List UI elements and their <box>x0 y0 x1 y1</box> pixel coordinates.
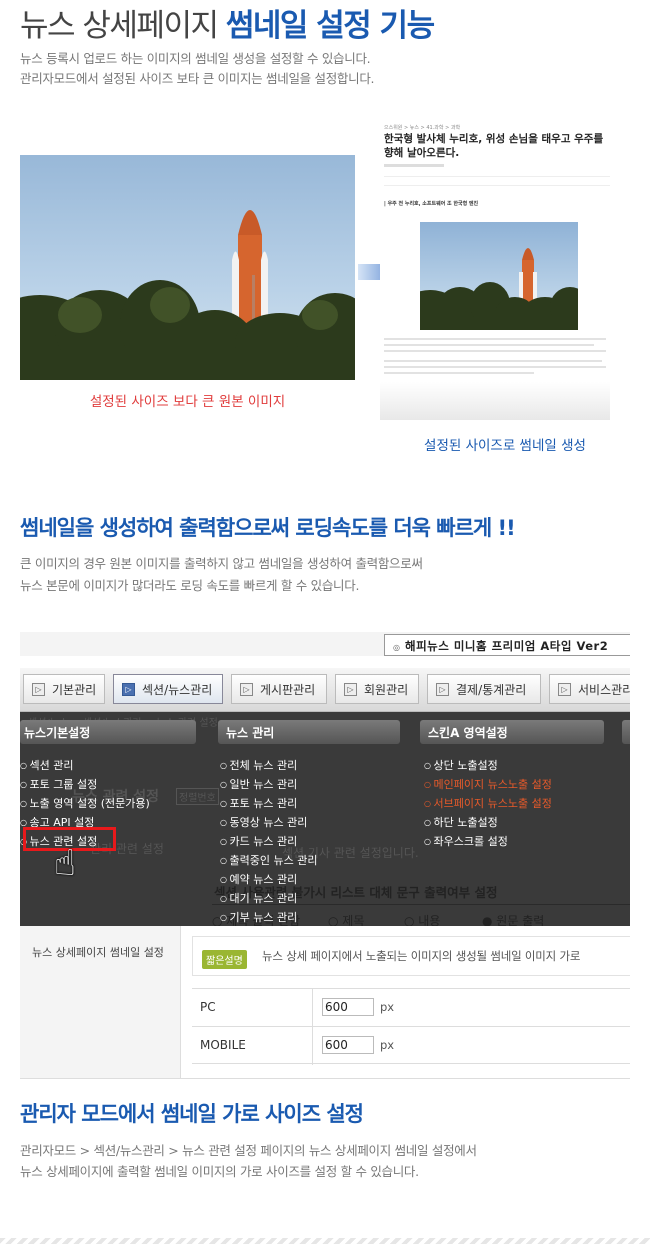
menu-col-news-basic: 뉴스기본설정 <box>20 720 196 744</box>
ghost-radio-original-label: 원문 출력 <box>496 914 545 926</box>
mobile-width-row: MOBILE px <box>192 1026 630 1065</box>
original-image-caption: 설정된 사이즈 보다 큰 원본 이미지 <box>89 394 286 410</box>
menu-item-bottom-exposure[interactable]: 하단 노출설정 <box>424 814 498 830</box>
tab-arrow-icon: ▷ <box>558 683 571 696</box>
article-fade <box>380 382 610 420</box>
pc-width-input[interactable] <box>322 998 374 1016</box>
mobile-unit: px <box>380 1038 395 1052</box>
ghost-radio-title-label: 제목 <box>342 914 365 926</box>
menu-item-live-news[interactable]: 출력중인 뉴스 관리 <box>220 852 318 868</box>
row-divider <box>312 1027 313 1065</box>
tab-label: 서비스관리 <box>578 683 630 697</box>
admin-brand-icon: ◎ <box>393 643 401 652</box>
section-speed-text-line1: 큰 이미지의 경우 원본 이미지를 출력하지 않고 썸네일을 생성하여 출력함으… <box>20 556 423 571</box>
thumbnail-caption: 설정된 사이즈로 썸네일 생성 <box>424 438 586 454</box>
article-subhead: | 우주 전 누리호, 소프트웨어 조 한국형 엔진 <box>384 201 479 207</box>
news-menu-dropdown: 섹션/뉴스 > 섹션/뉴스관리 > 뉴스 관련 설정 뉴스 관련 설정 정렬번호… <box>20 712 630 926</box>
menu-item-side-scroll[interactable]: 좌우스크롤 설정 <box>424 833 508 849</box>
article-body-line <box>384 360 602 362</box>
article-meta <box>384 164 444 167</box>
section-title-speed: 썸네일을 생성하여 출력함으로써 로딩속도를 더욱 빠르게 !! <box>20 516 516 540</box>
ghost-order: 정렬번호 <box>176 788 219 805</box>
section-admin-text-line1: 관리자모드 > 섹션/뉴스관리 > 뉴스 관련 설정 페이지의 뉴스 상세페이지… <box>20 1143 477 1158</box>
article-body-line <box>384 344 594 346</box>
ghost-radio-title: ○ 제목 <box>328 914 365 926</box>
ghost-radio-content-label: 내용 <box>418 914 441 926</box>
thumbnail-image <box>420 222 578 330</box>
tab-label: 회원관리 <box>364 683 409 697</box>
intro-text-line1: 뉴스 등록시 업로드 하는 이미지의 썸네일 생성을 설정할 수 있습니다. <box>20 51 371 66</box>
menu-item-general-news[interactable]: 일반 뉴스 관리 <box>220 776 298 792</box>
tab-label: 섹션/뉴스관리 <box>142 683 213 697</box>
menu-item-section-manage[interactable]: 섹션 관리 <box>20 757 74 773</box>
page-title: 뉴스 상세페이지 썸네일 설정 기능 <box>20 0 435 45</box>
settings-label-cell: 뉴스 상세페이지 썸네일 설정 <box>20 926 181 1078</box>
article-toolbar <box>384 176 610 186</box>
ghost-radio-content: ○ 내용 <box>404 914 441 926</box>
tab-arrow-icon: ▷ <box>344 683 357 696</box>
tab-basic[interactable]: ▷ 기본관리 <box>23 674 105 704</box>
tab-label: 게시판관리 <box>260 683 316 697</box>
page-title-part2: 썸네일 설정 기능 <box>225 8 435 44</box>
section-speed-text-line2: 뉴스 본문에 이미지가 많더라도 로딩 속도를 빠르게 할 수 있습니다. <box>20 578 360 593</box>
footer-divider <box>0 1238 650 1244</box>
tab-label: 결제/통계관리 <box>456 683 527 697</box>
article-body-line <box>384 372 534 374</box>
pc-label: PC <box>200 1000 216 1014</box>
ghost-radio-original: ● 원문 출력 <box>482 914 545 926</box>
menu-item-scheduled-news[interactable]: 예약 뉴스 관리 <box>220 871 298 887</box>
hand-cursor-icon: ☝ <box>54 843 76 884</box>
article-preview: 으스위원 > 뉴스 > 41.과학 > 과학 한국형 발사체 누리호, 위성 손… <box>380 120 610 420</box>
mobile-width-input[interactable] <box>322 1036 374 1054</box>
pc-unit: px <box>380 1000 395 1014</box>
menu-item-top-exposure[interactable]: 상단 노출설정 <box>424 757 498 773</box>
tab-arrow-icon: ▷ <box>240 683 253 696</box>
tab-arrow-icon: ▷ <box>436 683 449 696</box>
menu-item-photo-group[interactable]: 포토 그룹 설정 <box>20 776 98 792</box>
thumbnail-settings-panel: 뉴스 상세페이지 썸네일 설정 짧은설명 뉴스 상세 페이지에서 노출되는 이미… <box>20 926 630 1078</box>
menu-item-pending-news[interactable]: 대기 뉴스 관리 <box>220 890 298 906</box>
mobile-label: MOBILE <box>200 1038 246 1052</box>
menu-item-photo-news[interactable]: 포토 뉴스 관리 <box>220 795 298 811</box>
tab-arrow-icon: ▷ <box>122 683 135 696</box>
section-admin-text-line2: 뉴스 상세페이지에 출력할 썸네일 이미지의 가로 사이즈를 설정 할 수 있습… <box>20 1164 419 1179</box>
settings-label: 뉴스 상세페이지 썸네일 설정 <box>32 946 164 959</box>
menu-item-card-news[interactable]: 카드 뉴스 관리 <box>220 833 298 849</box>
admin-screenshot: ◎ 해피뉴스 미니홈 프리미엄 A타입 Ver2 ▷ 기본관리 ▷ 섹션/뉴스관… <box>20 632 630 1079</box>
notice-box <box>192 936 630 976</box>
article-title: 한국형 발사체 누리호, 위성 손님을 태우고 우주를 향해 날아오른다. <box>384 133 604 159</box>
menu-item-rejected-news[interactable]: 기부 뉴스 관리 <box>220 909 298 925</box>
menu-item-exposure-area[interactable]: 노출 영역 설정 (전문가용) <box>20 795 150 811</box>
menu-col-more <box>622 720 630 744</box>
tab-label: 기본관리 <box>52 683 97 697</box>
menu-item-sub-page-exposure[interactable]: 서브페이지 뉴스노출 설정 <box>424 795 552 811</box>
menu-col-skin-a: 스킨A 영역설정 <box>420 720 604 744</box>
row-divider <box>312 989 313 1027</box>
tab-service[interactable]: ▷ 서비스관리 <box>549 674 630 704</box>
article-breadcrumb: 으스위원 > 뉴스 > 41.과학 > 과학 <box>384 125 461 131</box>
pc-width-row: PC px <box>192 988 630 1027</box>
section-title-admin: 관리자 모드에서 썸네일 가로 사이즈 설정 <box>20 1102 364 1126</box>
menu-item-video-news[interactable]: 동영상 뉴스 관리 <box>220 814 308 830</box>
tab-arrow-icon: ▷ <box>32 683 45 696</box>
menu-item-all-news[interactable]: 전체 뉴스 관리 <box>220 757 298 773</box>
page-title-part1: 뉴스 상세페이지 <box>20 8 219 44</box>
admin-brand: ◎ 해피뉴스 미니홈 프리미엄 A타입 Ver2 <box>384 634 630 656</box>
tab-members[interactable]: ▷ 회원관리 <box>335 674 419 704</box>
article-body-line <box>384 366 606 368</box>
tab-board[interactable]: ▷ 게시판관리 <box>231 674 327 704</box>
article-body-line <box>384 338 606 340</box>
article-body-line <box>384 350 606 352</box>
original-image <box>20 155 355 380</box>
tab-section-news[interactable]: ▷ 섹션/뉴스관리 <box>113 674 223 704</box>
admin-brand-label: 해피뉴스 미니홈 프리미엄 A타입 Ver2 <box>405 639 609 653</box>
menu-item-main-page-exposure[interactable]: 메인페이지 뉴스노출 설정 <box>424 776 552 792</box>
menu-col-news-manage: 뉴스 관리 <box>218 720 400 744</box>
tab-payment-stats[interactable]: ▷ 결제/통계관리 <box>427 674 541 704</box>
intro-text-line2: 관리자모드에서 설정된 사이즈 보타 큰 이미지는 썸네일을 설정합니다. <box>20 71 375 86</box>
